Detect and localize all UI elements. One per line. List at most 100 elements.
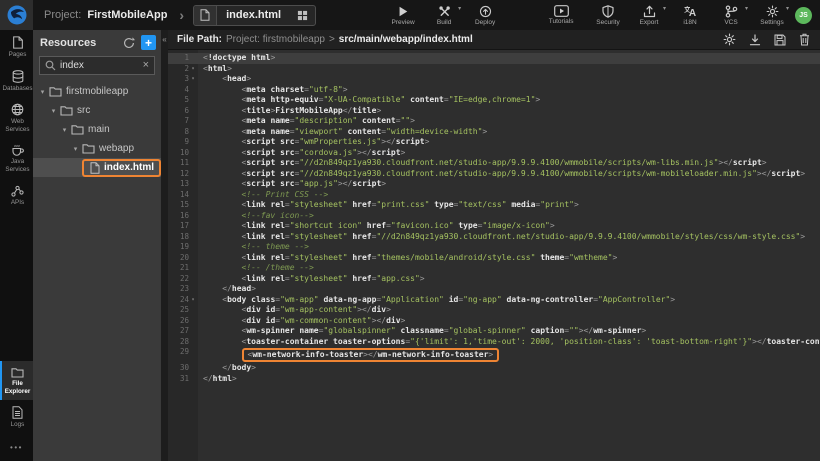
save-file-button[interactable] [774,34,786,46]
code-line-text: <link rel="shortcut icon" href="favicon.… [198,221,555,232]
video-icon [554,5,569,17]
code-line-24[interactable]: 24▾ <body class="wm-app" data-ng-app="Ap… [168,295,820,306]
code-line-16[interactable]: 16 <!--fav icon--> [168,211,820,222]
sidebar-item-java-services[interactable]: Java Services [0,138,33,178]
left-sidebar: PagesDatabasesWeb ServicesJava ServicesA… [0,30,33,461]
line-number: 17 [168,221,198,232]
code-line-22[interactable]: 22 <link rel="stylesheet" href="app.css"… [168,274,820,285]
code-line-11[interactable]: 11 <script src="//d2n849qz1ya930.cloudfr… [168,158,820,169]
chevron-down-icon: ▾ [786,5,789,12]
code-line-5[interactable]: 5 <meta http-equiv="X-UA-Compatible" con… [168,95,820,106]
folder-icon [82,143,95,154]
code-line-7[interactable]: 7 <meta name="description" content=""> [168,116,820,127]
collapse-panel-button[interactable]: « [161,35,168,44]
code-line-text: <wm-spinner name="globalspinner" classna… [198,326,646,337]
file-path-project: Project: firstmobileapp [226,34,325,45]
security-button[interactable]: Security [593,0,623,30]
sidebar-item-logs[interactable]: Logs [0,400,33,434]
code-line-17[interactable]: 17 <link rel="shortcut icon" href="favic… [168,221,820,232]
line-number: 4 [168,85,198,96]
code-line-8[interactable]: 8 <meta name="viewport" content="width=d… [168,127,820,138]
code-line-10[interactable]: 10 <script src="cordova.js"></script> [168,148,820,159]
build-icon [438,5,451,18]
code-line-18[interactable]: 18 <link rel="stylesheet" href="//d2n849… [168,232,820,243]
sidebar-item-web-services[interactable]: Web Services [0,97,33,138]
code-line-text: <link rel="stylesheet" href="//d2n849qz1… [198,232,805,243]
code-line-20[interactable]: 20 <link rel="stylesheet" href="themes/m… [168,253,820,264]
topbar-left-actions: Preview ▾Build Deploy [388,0,500,30]
user-avatar[interactable]: JS [795,7,812,24]
code-line-text: <script src="//d2n849qz1ya930.cloudfront… [198,158,767,169]
chevron-down-icon: ▾ [458,5,461,12]
wavemaker-logo[interactable] [0,0,33,30]
tree-item-src[interactable]: ▾src [33,101,161,120]
tree-item-webapp[interactable]: ▾webapp [33,139,161,158]
resource-search-input[interactable] [60,60,139,71]
project-breadcrumb: Project: FirstMobileApp [44,9,167,21]
code-line-2[interactable]: 2▾<html> [168,64,820,75]
download-file-button[interactable] [749,34,761,46]
tree-expand-caret[interactable]: ▾ [60,126,69,134]
code-line-text: <div id="wm-app-content"></div> [198,305,391,316]
code-line-29[interactable]: 29 <wm-network-info-toaster></wm-network… [168,347,820,363]
code-line-21[interactable]: 21 <!-- /theme --> [168,263,820,274]
export-button[interactable]: ▾Export [634,0,664,30]
code-line-9[interactable]: 9 <script src="wmProperties.js"></script… [168,137,820,148]
tree-expand-caret[interactable]: ▾ [38,88,47,96]
code-line-31[interactable]: 31</html> [168,374,820,385]
wavemaker-logo-icon [6,4,28,26]
tree-item-firstmobileapp[interactable]: ▾firstmobileapp [33,82,161,101]
line-number: 29 [168,347,198,363]
code-line-19[interactable]: 19 <!-- theme --> [168,242,820,253]
sidebar-item-pages[interactable]: Pages [0,30,33,64]
tree-expand-caret[interactable]: ▾ [71,145,80,153]
sidebar-more-button[interactable]: ••• [0,434,33,461]
code-line-text: <!-- /theme --> [198,263,314,274]
delete-file-button[interactable] [799,33,810,46]
tree-expand-caret[interactable]: ▾ [49,107,58,115]
code-line-30[interactable]: 30 </body> [168,363,820,374]
tutorials-button[interactable]: Tutorials [546,0,576,30]
refresh-icon[interactable] [123,37,135,49]
code-line-12[interactable]: 12 <script src="//d2n849qz1ya930.cloudfr… [168,169,820,180]
code-line-4[interactable]: 4 <meta charset="utf-8"> [168,85,820,96]
code-line-26[interactable]: 26 <div id="wm-common-content"></div> [168,316,820,327]
resources-header: Resources + [33,30,161,55]
code-area[interactable]: 1<!doctype html>2▾<html>3▾ <head>4 <meta… [168,50,820,461]
code-line-28[interactable]: 28 <toaster-container toaster-options="{… [168,337,820,348]
code-line-13[interactable]: 13 <script src="app.js"></script> [168,179,820,190]
sidebar-item-file-explorer[interactable]: File Explorer [0,361,33,400]
clear-search-icon[interactable]: × [143,60,149,71]
vcs-button[interactable]: ▾VCS [716,0,746,30]
code-line-14[interactable]: 14 <!-- Print CSS --> [168,190,820,201]
chevron-down-icon: ▾ [745,5,748,12]
grid-icon[interactable] [293,10,315,21]
file-icon [194,6,217,25]
code-line-25[interactable]: 25 <div id="wm-app-content"></div> [168,305,820,316]
code-line-23[interactable]: 23 </head> [168,284,820,295]
code-line-15[interactable]: 15 <link rel="stylesheet" href="print.cs… [168,200,820,211]
i18n-button[interactable]: Ai18N [675,0,705,30]
tree-item-index-html[interactable]: index.html [33,158,161,177]
tutorials-label: Tutorials [549,18,574,25]
sidebar-item-apis[interactable]: APIs [0,178,33,212]
resource-search-box: × [39,56,155,75]
build-button[interactable]: ▾Build [429,0,459,30]
tab-index-html[interactable]: index.html [193,5,316,26]
code-line-1[interactable]: 1<!doctype html> [168,53,820,64]
code-line-3[interactable]: 3▾ <head> [168,74,820,85]
line-number: 21 [168,263,198,274]
code-line-text: </head> [198,284,256,295]
code-line-27[interactable]: 27 <wm-spinner name="globalspinner" clas… [168,326,820,337]
shield-icon [602,5,614,18]
code-line-6[interactable]: 6 <title>FirstMobileApp</title> [168,106,820,117]
tree-item-main[interactable]: ▾main [33,120,161,139]
i18n-label: i18N [683,19,696,26]
settings-button[interactable]: ▾Settings [757,0,787,30]
preview-button[interactable]: Preview [388,0,418,30]
deploy-button[interactable]: Deploy [470,0,500,30]
sidebar-item-databases[interactable]: Databases [0,64,33,98]
code-line-text: <link rel="stylesheet" href="print.css" … [198,200,579,211]
editor-settings-button[interactable] [723,33,736,46]
add-resource-button[interactable]: + [141,35,156,50]
